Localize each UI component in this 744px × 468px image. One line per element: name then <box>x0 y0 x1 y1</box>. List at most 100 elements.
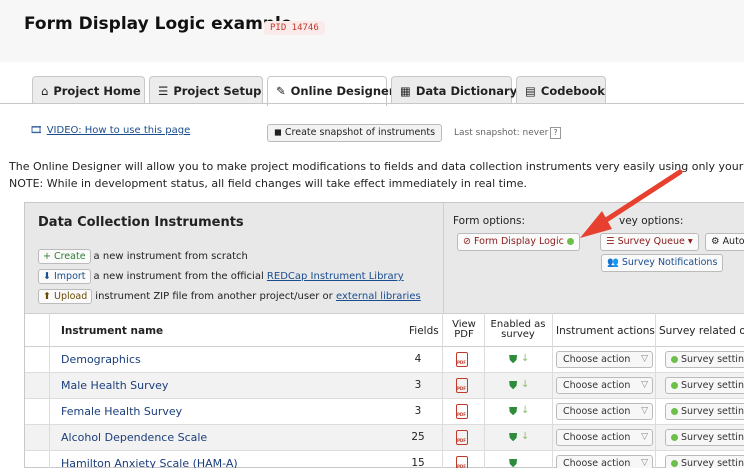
auto-invitations-button[interactable]: ⚙ Auto <box>705 233 744 251</box>
instrument-link[interactable]: Male Health Survey <box>61 379 168 392</box>
pdf-icon[interactable] <box>456 430 468 445</box>
instrument-link[interactable]: Hamilton Anxiety Scale (HAM-A) <box>61 457 238 468</box>
choose-action-select[interactable]: Choose action ▽ <box>556 377 653 394</box>
last-snapshot-label: Last snapshot: never <box>454 128 549 138</box>
column-divider <box>49 313 50 468</box>
intro-line-2: NOTE: While in development status, all f… <box>9 177 527 190</box>
survey-settings-button[interactable]: Survey settings <box>665 377 744 394</box>
tab-data-dictionary[interactable]: ▦ Data Dictionary <box>391 76 517 104</box>
table-row: Female Health Survey 3 ⛊ ↓ Choose action… <box>25 399 744 425</box>
survey-notifications-button[interactable]: 👥 Survey Notifications <box>601 254 724 272</box>
home-icon: ⌂ <box>41 84 49 98</box>
tab-codebook[interactable]: ▤ Codebook <box>516 76 606 104</box>
list-icon: ☰ <box>606 236 615 247</box>
caret-down-icon: ▽ <box>641 354 648 364</box>
users-icon: 👥 <box>607 257 619 268</box>
upload-button-label: Upload <box>54 291 88 302</box>
shield-check-icon: ⛊ <box>509 431 518 444</box>
survey-settings-button[interactable]: Survey settings <box>665 429 744 446</box>
choose-action-select[interactable]: Choose action ▽ <box>556 403 653 420</box>
header-enabled-survey: Enabled as survey <box>484 320 552 340</box>
list-icon: ☰ <box>158 84 169 98</box>
table-icon: ▦ <box>400 84 411 98</box>
choose-action-label: Choose action <box>563 354 631 365</box>
tab-project-home[interactable]: ⌂ Project Home <box>32 76 145 104</box>
header-view-pdf-line2: PDF <box>454 329 474 340</box>
survey-settings-button[interactable]: Survey settings <box>665 403 744 420</box>
survey-options-label: vey options: <box>619 215 684 227</box>
film-icon: 🎞 <box>30 125 43 136</box>
snapshot-button-label: Create snapshot of instruments <box>284 127 436 138</box>
edit-icon: ✎ <box>276 84 286 98</box>
survey-settings-button[interactable]: Survey settings <box>665 455 744 468</box>
intro-text: The Online Designer will allow you to ma… <box>9 158 744 192</box>
survey-settings-label: Survey settings <box>681 432 744 443</box>
no-entry-icon: ⊘ <box>463 236 471 247</box>
caret-down-icon: ▽ <box>641 380 648 390</box>
auto-label: Auto <box>722 236 744 247</box>
redcap-library-link[interactable]: REDCap Instrument Library <box>267 271 404 282</box>
pdf-icon[interactable] <box>456 404 468 419</box>
column-divider <box>484 313 485 468</box>
fields-count: 25 <box>411 431 425 443</box>
panel-title: Data Collection Instruments <box>38 215 244 230</box>
survey-queue-label: Survey Queue <box>617 236 685 247</box>
upload-icon: ⬆ <box>43 291 51 302</box>
import-button-label: Import <box>54 271 86 282</box>
instrument-link[interactable]: Alcohol Dependence Scale <box>61 431 207 444</box>
pdf-icon[interactable] <box>456 352 468 367</box>
fields-count: 3 <box>414 405 422 417</box>
external-libraries-link[interactable]: external libraries <box>336 291 421 302</box>
form-display-logic-button[interactable]: ⊘ Form Display Logic <box>457 233 580 251</box>
header-view-pdf: View PDF <box>449 320 479 340</box>
form-options-label: Form options: <box>453 215 525 227</box>
upload-button[interactable]: ⬆ Upload <box>38 289 93 304</box>
status-dot-icon <box>671 356 678 363</box>
camera-icon: ◼ <box>274 127 282 138</box>
table-row: Demographics 4 ⛊ ↓ Choose action ▽ Survey… <box>25 347 744 373</box>
arrow-down-icon: ↓ <box>521 379 530 390</box>
tab-online-designer[interactable]: ✎ Online Designer <box>267 76 395 106</box>
gears-icon: ⚙ <box>711 236 720 247</box>
choose-action-label: Choose action <box>563 458 631 468</box>
survey-settings-label: Survey settings <box>681 354 744 365</box>
create-snapshot-button[interactable]: ◼ Create snapshot of instruments <box>267 124 443 142</box>
choose-action-select[interactable]: Choose action ▽ <box>556 351 653 368</box>
choose-action-select[interactable]: Choose action ▽ <box>556 429 653 446</box>
video-link[interactable]: 🎞 VIDEO: How to use this page <box>30 125 190 136</box>
pdf-icon[interactable] <box>456 456 468 468</box>
instruments-panel: Data Collection Instruments + Create a ne… <box>24 202 744 468</box>
tab-label: Codebook <box>540 84 605 98</box>
create-button[interactable]: + Create <box>38 249 91 264</box>
choose-action-label: Choose action <box>563 432 631 443</box>
import-button[interactable]: ⬇ Import <box>38 269 91 284</box>
survey-queue-button[interactable]: ☰ Survey Queue ▾ <box>600 233 699 251</box>
create-text: a new instrument from scratch <box>93 251 248 262</box>
pdf-icon[interactable] <box>456 378 468 393</box>
header-fields: Fields <box>409 325 439 337</box>
caret-down-icon: ▽ <box>641 458 648 468</box>
tab-label: Project Setup <box>173 84 262 98</box>
table-row: Hamilton Anxiety Scale (HAM-A) 15 ⛊ Choo… <box>25 451 744 468</box>
status-dot-icon <box>671 382 678 389</box>
survey-settings-button[interactable]: Survey settings <box>665 351 744 368</box>
status-dot-icon <box>671 434 678 441</box>
tab-label: Project Home <box>53 84 141 98</box>
fields-count: 15 <box>411 457 425 468</box>
header-instrument-actions: Instrument actions <box>556 325 655 337</box>
status-dot-icon <box>671 460 678 467</box>
instrument-link[interactable]: Demographics <box>61 353 141 366</box>
tab-project-setup[interactable]: ☰ Project Setup <box>149 76 263 104</box>
column-divider <box>442 313 443 468</box>
instrument-link[interactable]: Female Health Survey <box>61 405 182 418</box>
project-id-badge: PID 14746 <box>264 21 325 35</box>
shield-check-icon: ⛊ <box>509 457 518 468</box>
help-icon[interactable]: ? <box>550 127 561 139</box>
survey-notifications-label: Survey Notifications <box>621 257 718 268</box>
video-link-label: VIDEO: How to use this page <box>46 125 191 136</box>
header-instrument-name: Instrument name <box>61 325 164 337</box>
form-display-logic-label: Form Display Logic <box>474 236 564 247</box>
shield-check-icon: ⛊ <box>509 353 518 366</box>
import-text: a new instrument from the official <box>93 271 264 282</box>
choose-action-select[interactable]: Choose action ▽ <box>556 455 653 468</box>
